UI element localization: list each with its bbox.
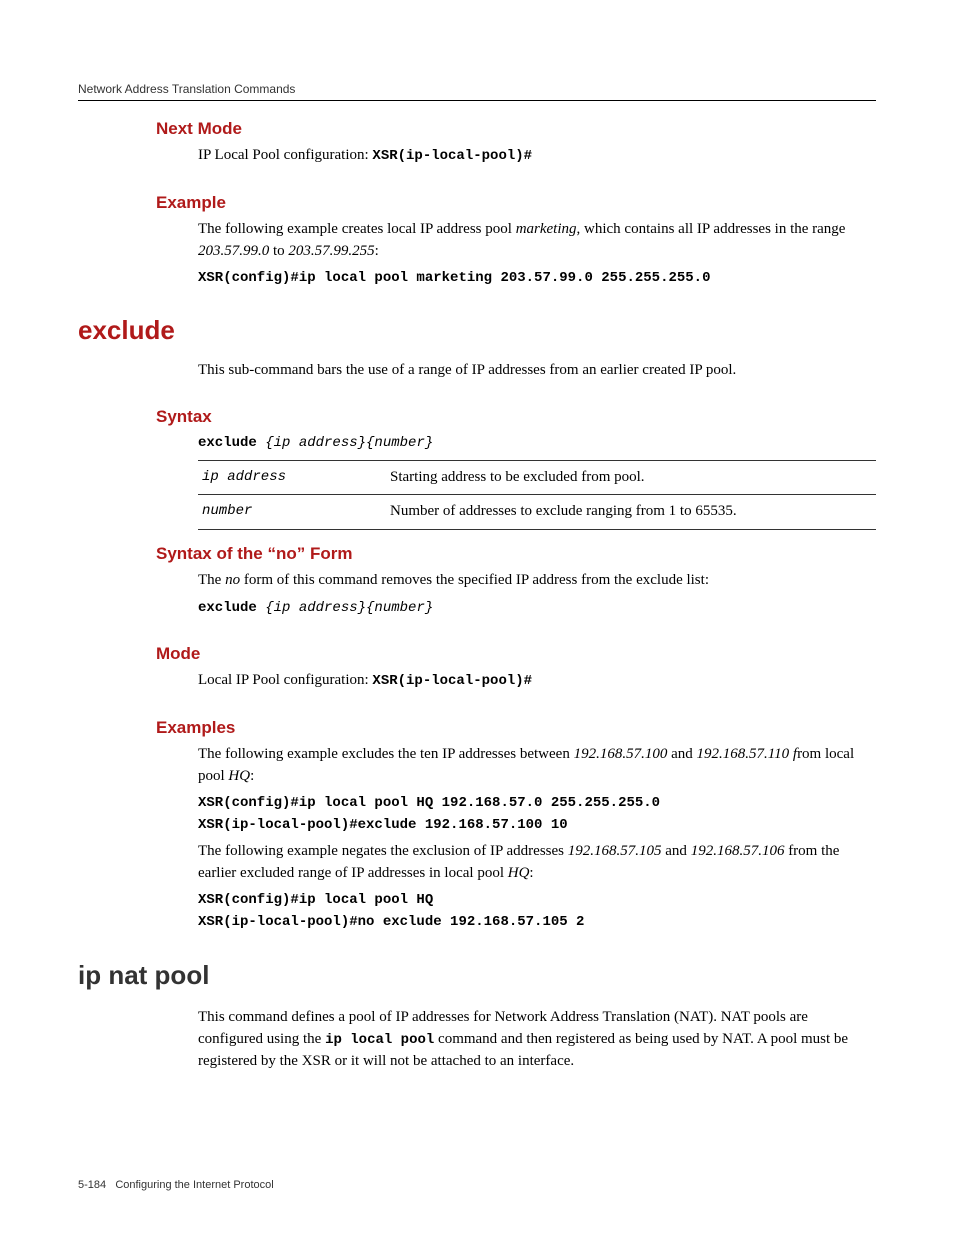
example-body: The following example creates local IP a… bbox=[78, 219, 876, 289]
text-em: no bbox=[225, 572, 240, 588]
table-row: ip address Starting address to be exclud… bbox=[198, 460, 876, 495]
exclude-intro: This sub-command bars the use of a range… bbox=[78, 360, 876, 382]
text-em: 203.57.99.0 bbox=[198, 243, 269, 259]
syntax-args: {ip address}{number} bbox=[265, 435, 433, 451]
mode-body: Local IP Pool configuration: XSR(ip-loca… bbox=[78, 670, 876, 692]
param-name: number bbox=[198, 495, 386, 530]
text: : bbox=[375, 243, 379, 259]
syntax-table: ip address Starting address to be exclud… bbox=[198, 460, 876, 531]
page-footer: 5-184 Configuring the Internet Protocol bbox=[78, 1179, 274, 1191]
text-em: HQ bbox=[228, 768, 250, 784]
heading-example: Example bbox=[78, 193, 876, 213]
heading-no-form: Syntax of the “no” Form bbox=[78, 544, 876, 564]
chapter-title: Configuring the Internet Protocol bbox=[115, 1179, 273, 1191]
heading-ip-nat-pool: ip nat pool bbox=[78, 960, 876, 991]
text-em: 192.168.57.105 bbox=[568, 843, 662, 859]
examples-code: XSR(ip-local-pool)#exclude 192.168.57.10… bbox=[198, 815, 876, 835]
text: and bbox=[667, 746, 696, 762]
examples-code: XSR(config)#ip local pool HQ bbox=[198, 890, 876, 910]
syntax-cmd: exclude bbox=[198, 435, 265, 451]
param-desc: Starting address to be excluded from poo… bbox=[386, 460, 876, 495]
noform-cmd: exclude bbox=[198, 600, 265, 616]
text-em: 192.168.57.100 bbox=[574, 746, 668, 762]
text: The following example creates local IP a… bbox=[198, 221, 516, 237]
running-header: Network Address Translation Commands bbox=[78, 82, 876, 96]
no-form-body: The no form of this command removes the … bbox=[78, 570, 876, 618]
examples-code: XSR(config)#ip local pool HQ 192.168.57.… bbox=[198, 793, 876, 813]
param-name: ip address bbox=[198, 460, 386, 495]
text: : bbox=[529, 865, 533, 881]
examples-body: The following example excludes the ten I… bbox=[78, 744, 876, 932]
heading-exclude: exclude bbox=[78, 315, 876, 346]
ipnatpool-body: This command defines a pool of IP addres… bbox=[78, 1007, 876, 1072]
text: to bbox=[269, 243, 288, 259]
text-em: HQ bbox=[508, 865, 530, 881]
text: and bbox=[662, 843, 691, 859]
text: : bbox=[250, 768, 254, 784]
heading-next-mode: Next Mode bbox=[78, 119, 876, 139]
param-desc: Number of addresses to exclude ranging f… bbox=[386, 495, 876, 530]
page-number: 5-184 bbox=[78, 1179, 106, 1191]
text-em: 203.57.99.255 bbox=[288, 243, 374, 259]
inline-code: ip local pool bbox=[325, 1032, 434, 1048]
next-mode-body: IP Local Pool configuration: XSR(ip-loca… bbox=[78, 145, 876, 167]
example-code: XSR(config)#ip local pool marketing 203.… bbox=[198, 268, 876, 288]
next-mode-prompt: XSR(ip-local-pool)# bbox=[372, 148, 532, 164]
text-em: 192.168.57.106 bbox=[691, 843, 785, 859]
noform-args: {ip address}{number} bbox=[265, 600, 433, 616]
heading-examples: Examples bbox=[78, 718, 876, 738]
examples-code: XSR(ip-local-pool)#no exclude 192.168.57… bbox=[198, 912, 876, 932]
header-rule bbox=[78, 100, 876, 101]
mode-text: Local IP Pool configuration: bbox=[198, 672, 372, 688]
exclude-intro-text: This sub-command bars the use of a range… bbox=[198, 360, 876, 382]
table-row: number Number of addresses to exclude ra… bbox=[198, 495, 876, 530]
page: Network Address Translation Commands Nex… bbox=[0, 0, 954, 1235]
mode-prompt: XSR(ip-local-pool)# bbox=[372, 673, 532, 689]
text: , which contains all IP addresses in the… bbox=[577, 221, 846, 237]
text-em: marketing bbox=[516, 221, 577, 237]
text: The following example negates the exclus… bbox=[198, 843, 568, 859]
heading-syntax: Syntax bbox=[78, 407, 876, 427]
heading-mode: Mode bbox=[78, 644, 876, 664]
text: The bbox=[198, 572, 225, 588]
text: form of this command removes the specifi… bbox=[240, 572, 709, 588]
text: The following example excludes the ten I… bbox=[198, 746, 574, 762]
text-em: 192.168.57.110 f bbox=[697, 746, 798, 762]
syntax-body: exclude {ip address}{number} ip address … bbox=[78, 433, 876, 530]
next-mode-text: IP Local Pool configuration: bbox=[198, 147, 372, 163]
